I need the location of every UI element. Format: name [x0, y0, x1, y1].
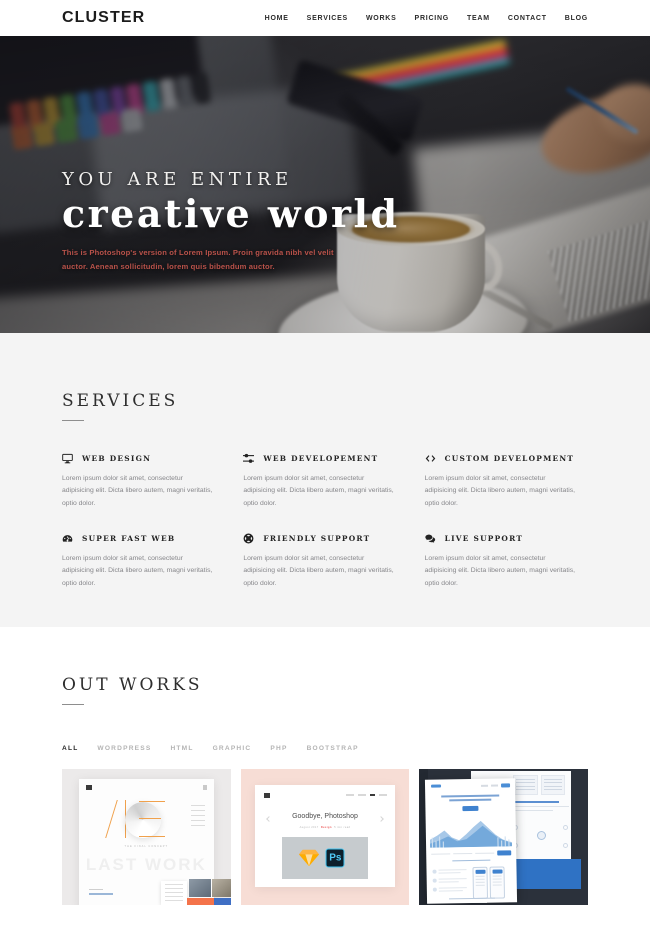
- mockup-stat-row: [431, 850, 512, 856]
- meta-mid: Design: [320, 826, 332, 829]
- mockup-meta: August 2017 Design 5 min read: [255, 826, 396, 829]
- service-item-web-design: WEB DESIGN Lorem ipsum dolor sit amet, c…: [62, 453, 225, 510]
- works-grid: THE FINAL CONCEPT LAST WORK Goodbye, Pho…: [62, 769, 588, 905]
- service-item-live-support: LIVE SUPPORT Lorem ipsum dolor sit amet,…: [425, 533, 588, 590]
- service-title: LIVE SUPPORT: [444, 534, 524, 544]
- work-thumb-front-page: [425, 778, 518, 904]
- hero-kicker: YOU ARE ENTIRE: [62, 169, 293, 190]
- work-item-goodbye-photoshop[interactable]: Goodbye, Photoshop August 2017 Design 5 …: [240, 769, 410, 905]
- works-heading-rule: [62, 704, 84, 705]
- service-text: Lorem ipsum dolor sit amet, consectetur …: [424, 555, 576, 587]
- services-heading: SERVICES: [62, 391, 179, 411]
- service-item-super-fast-web: SUPER FAST WEB Lorem ipsum dolor sit ame…: [62, 533, 225, 590]
- nav-item-blog[interactable]: BLOG: [565, 15, 588, 22]
- work-thumb-screen: Goodbye, Photoshop August 2017 Design 5 …: [254, 785, 396, 887]
- mockup-nav-lines: [346, 794, 388, 796]
- filter-html[interactable]: HTML: [170, 745, 193, 752]
- brand-logo[interactable]: CLUSTER: [62, 9, 145, 27]
- service-text: Lorem ipsum dolor sit amet, consectetur …: [62, 475, 213, 507]
- service-title: WEB DEVELOPEMENT: [263, 454, 379, 463]
- filter-wordpress[interactable]: WORDPRESS: [97, 745, 151, 752]
- mockup-headline: Goodbye, Photoshop: [292, 813, 358, 820]
- desktop-icon: [62, 453, 73, 464]
- mockup-cta-button: [462, 805, 479, 812]
- dashboard-icon: [62, 533, 73, 544]
- hero-section: YOU ARE ENTIRE creative world This is Ph…: [0, 36, 650, 333]
- life-ring-icon: [243, 533, 254, 544]
- mockup-tagline: THE FINAL CONCEPT: [124, 845, 169, 848]
- nav-item-services[interactable]: SERVICES: [307, 15, 348, 22]
- sliders-icon: [243, 453, 255, 464]
- works-section: OUT WORKS ALL WORDPRESS HTML GRAPHIC PHP…: [0, 627, 650, 939]
- service-title: WEB DESIGN: [82, 454, 152, 463]
- work-item-dashboard[interactable]: [419, 769, 588, 905]
- sketch-logo-icon: [298, 848, 320, 868]
- mockup-area-chart: [430, 816, 513, 848]
- photoshop-logo-icon: Ps: [325, 848, 345, 868]
- hero-title: creative world: [62, 191, 400, 236]
- mockup-logo-icon: [263, 793, 270, 798]
- filter-all[interactable]: ALL: [62, 745, 78, 752]
- services-section: SERVICES WEB DESIGN Lorem ipsum dolor si…: [0, 333, 650, 627]
- work-thumb-screen: THE FINAL CONCEPT LAST WORK: [79, 779, 231, 905]
- service-item-web-developement: WEB DEVELOPEMENT Lorem ipsum dolor sit a…: [243, 453, 406, 510]
- mockup-logo-icon: [86, 785, 92, 790]
- mockup-feature-list: [432, 869, 468, 897]
- mockup-menu-icon: [202, 785, 207, 790]
- service-title: CUSTOM DEVELOPMENT: [444, 454, 575, 463]
- nav-item-team[interactable]: TEAM: [467, 15, 490, 22]
- mockup-node-diagram: [513, 821, 571, 851]
- service-item-custom-development: CUSTOM DEVELOPMENT Lorem ipsum dolor sit…: [425, 453, 588, 510]
- mockup-logo-icon: [431, 784, 442, 788]
- service-title: SUPER FAST WEB: [82, 534, 176, 544]
- filter-bootstrap[interactable]: BOOTSTRAP: [307, 745, 359, 752]
- mockup-stage: Ps: [281, 837, 369, 879]
- meta-left: August 2017: [299, 826, 319, 829]
- nav-item-pricing[interactable]: PRICING: [415, 15, 449, 22]
- services-grid: WEB DESIGN Lorem ipsum dolor sit amet, c…: [62, 453, 588, 590]
- mockup-nav-lines: [481, 783, 511, 788]
- code-icon: [425, 453, 436, 464]
- nav-item-works[interactable]: WORKS: [366, 15, 397, 22]
- mockup-photo-a: [189, 879, 211, 897]
- mockup-color-strip: [187, 898, 231, 905]
- services-heading-rule: [62, 420, 84, 421]
- work-item-last-work[interactable]: THE FINAL CONCEPT LAST WORK: [62, 769, 231, 905]
- mockup-sidebar-lines: [190, 805, 205, 830]
- service-item-friendly-support: FRIENDLY SUPPORT Lorem ipsum dolor sit a…: [243, 533, 406, 590]
- mockup-photo-b: [212, 879, 231, 897]
- site-header: CLUSTER HOME SERVICES WORKS PRICING TEAM…: [0, 0, 650, 36]
- mockup-bigword: LAST WORK: [85, 855, 207, 874]
- filter-php[interactable]: PHP: [270, 745, 287, 752]
- filter-graphic[interactable]: GRAPHIC: [213, 745, 252, 752]
- hero-content: YOU ARE ENTIRE creative world This is Ph…: [62, 169, 400, 273]
- hero-description: This is Photoshop's version of Lorem Ips…: [62, 248, 334, 271]
- service-text: Lorem ipsum dolor sit amet, consectetur …: [243, 555, 394, 587]
- service-text: Lorem ipsum dolor sit amet, consectetur …: [424, 475, 576, 507]
- service-text: Lorem ipsum dolor sit amet, consectetur …: [62, 555, 213, 587]
- mockup-thumb-card: [161, 881, 187, 905]
- works-filter-bar: ALL WORDPRESS HTML GRAPHIC PHP BOOTSTRAP: [62, 745, 588, 752]
- nav-item-contact[interactable]: CONTACT: [508, 15, 547, 22]
- works-heading: OUT WORKS: [62, 675, 203, 695]
- nav-item-home[interactable]: HOME: [265, 15, 289, 22]
- mockup-phone-previews: [472, 866, 508, 899]
- service-text: Lorem ipsum dolor sit amet, consectetur …: [243, 475, 394, 507]
- mockup-footer-lines: [89, 888, 113, 895]
- main-navigation: HOME SERVICES WORKS PRICING TEAM CONTACT…: [265, 15, 588, 22]
- mockup-chip-grid: [513, 775, 566, 795]
- comments-icon: [425, 533, 436, 544]
- service-title: FRIENDLY SUPPORT: [263, 534, 371, 544]
- meta-right: 5 min read: [334, 826, 351, 829]
